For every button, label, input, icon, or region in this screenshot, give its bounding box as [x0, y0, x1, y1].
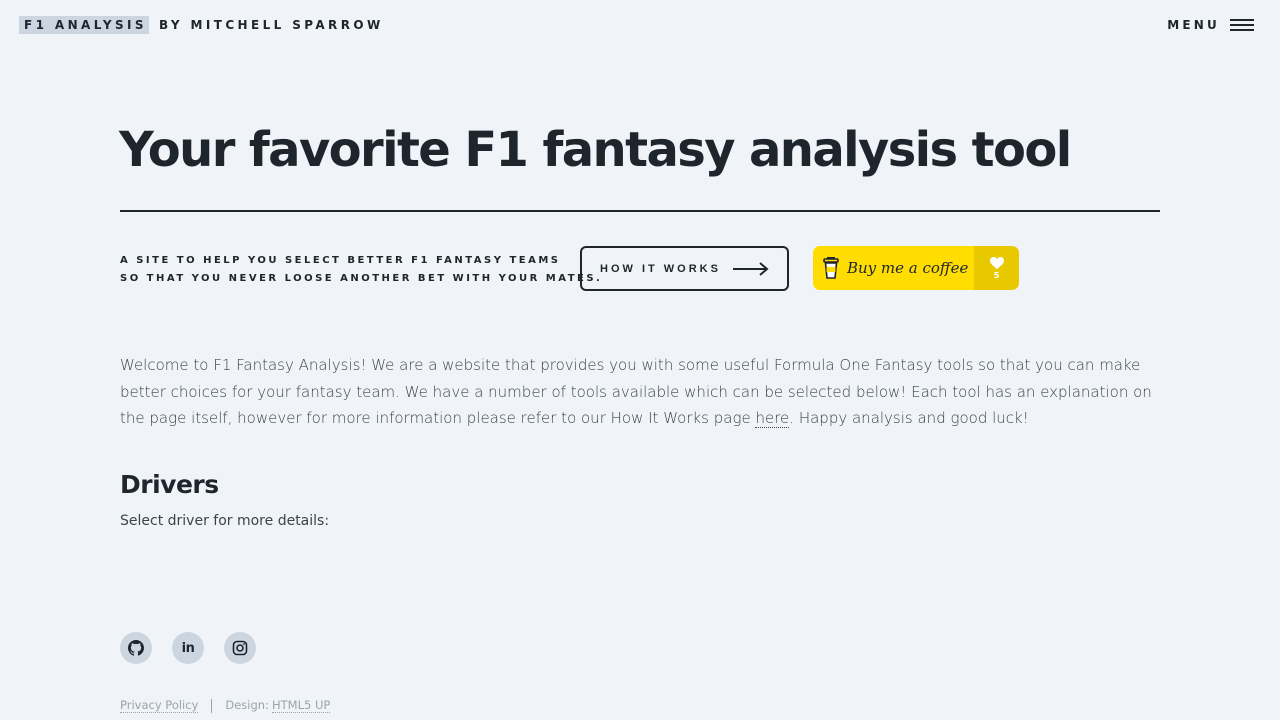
intro-text-after: . Happy analysis and good luck!: [789, 409, 1029, 427]
tagline: A SITE TO HELP YOU SELECT BETTER F1 FANT…: [120, 252, 602, 288]
tagline-line-2: SO THAT YOU NEVER LOOSE ANOTHER BET WITH…: [120, 273, 603, 284]
menu-label: MENU: [1167, 18, 1220, 32]
drivers-heading: Drivers: [120, 470, 219, 499]
logo-highlight: F1 ANALYSIS: [19, 16, 149, 34]
title-divider: [120, 210, 1160, 212]
coffee-cup-icon: [823, 257, 839, 279]
coffee-supporters: 5: [974, 246, 1019, 290]
logo-author: BY MITCHELL SPARROW: [158, 18, 384, 32]
github-link[interactable]: [120, 632, 152, 664]
github-icon: [128, 640, 144, 656]
site-header: F1 ANALYSIS BY MITCHELL SPARROW MENU: [0, 0, 1280, 54]
social-links: in: [120, 632, 256, 664]
coffee-main: Buy me a coffee: [813, 246, 974, 290]
how-it-works-link[interactable]: here: [755, 409, 790, 428]
tagline-line-1: A SITE TO HELP YOU SELECT BETTER F1 FANT…: [120, 255, 561, 266]
drivers-subtitle: Select driver for more details:: [120, 513, 330, 529]
hamburger-icon: [1230, 18, 1254, 32]
linkedin-icon: in: [181, 640, 195, 656]
site-logo[interactable]: F1 ANALYSIS BY MITCHELL SPARROW: [19, 16, 384, 34]
footer-links: Privacy Policy Design: HTML5 UP: [120, 698, 331, 713]
coffee-count: 5: [993, 270, 1000, 280]
linkedin-link[interactable]: in: [172, 632, 204, 664]
how-it-works-button[interactable]: HOW IT WORKS: [580, 246, 789, 291]
html5up-link[interactable]: HTML5 UP: [271, 698, 331, 713]
intro-paragraph: Welcome to F1 Fantasy Analysis! We are a…: [120, 352, 1165, 432]
buy-me-a-coffee-button[interactable]: Buy me a coffee 5: [813, 246, 1019, 290]
instagram-link[interactable]: [224, 632, 256, 664]
heart-icon: [989, 256, 1004, 269]
coffee-label: Buy me a coffee: [847, 259, 969, 277]
design-credit: Design: HTML5 UP: [225, 698, 331, 713]
menu-button[interactable]: MENU: [1167, 18, 1254, 32]
how-it-works-label: HOW IT WORKS: [600, 262, 721, 275]
footer-divider: [211, 698, 213, 713]
instagram-icon: [232, 640, 248, 656]
arrow-right-icon: [732, 261, 769, 276]
design-prefix: Design:: [225, 698, 269, 712]
page-title: Your favorite F1 fantasy analysis tool: [119, 122, 1072, 178]
privacy-policy-link[interactable]: Privacy Policy: [120, 698, 199, 713]
